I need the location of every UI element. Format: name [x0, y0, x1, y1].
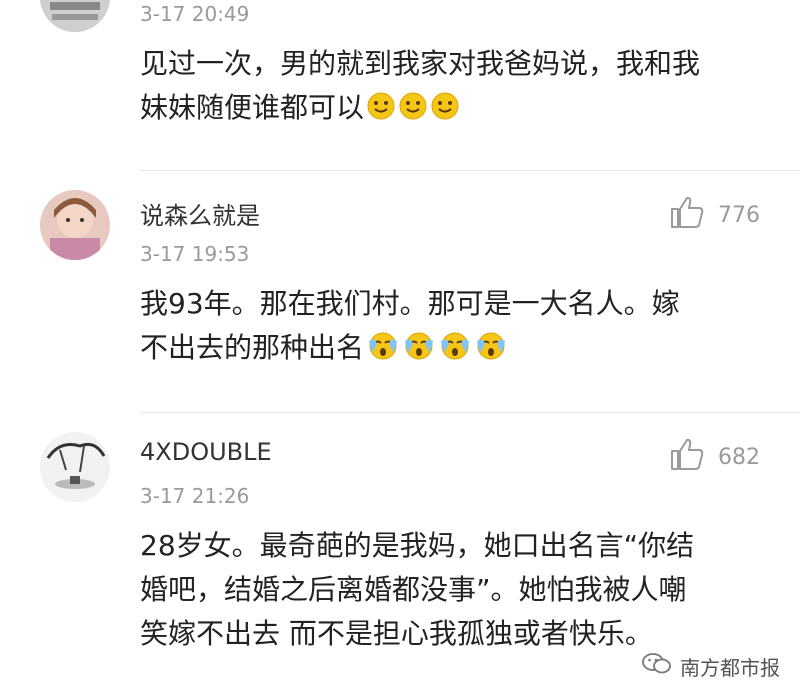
avatar[interactable] [40, 0, 110, 32]
like-button[interactable]: 776 [668, 195, 760, 235]
comment-line: 婚吧，结婚之后离婚都没事”。她怕我被人嘲 [140, 573, 687, 606]
comment-line: 妹妹随便谁都可以 [140, 91, 365, 124]
comment-text: 28岁女。最奇葩的是我妈，她口出名言“你结 婚吧，结婚之后离婚都没事”。她怕我被… [140, 524, 770, 656]
crying-emoji-icon [366, 330, 400, 374]
comment-username[interactable]: 4XDOUBLE [140, 438, 272, 466]
comment-line: 不出去的那种出名 [140, 331, 365, 364]
comment-line-with-emoji: 不出去的那种出名 [140, 326, 770, 374]
crying-emoji-icon [474, 330, 508, 374]
comment-line: 笑嫁不出去 而不是担心我孤独或者快乐。 [140, 617, 653, 650]
comment-username[interactable]: 说森么就是 [140, 196, 260, 231]
smile-emoji-icon [366, 90, 396, 134]
comment-line: 我93年。那在我们村。那可是一大名人。嫁 [140, 287, 680, 320]
comment-line: 28岁女。最奇葩的是我妈，她口出名言“你结 [140, 529, 695, 562]
comment-line-with-emoji: 妹妹随便谁都可以 [140, 86, 770, 134]
avatar[interactable] [40, 432, 110, 502]
thumbs-up-icon [668, 195, 704, 235]
like-button[interactable]: 682 [668, 437, 760, 477]
like-count: 682 [718, 444, 760, 470]
comment-text: 见过一次，男的就到我家对我爸妈说，我和我 妹妹随便谁都可以 [140, 42, 770, 134]
avatar[interactable] [40, 190, 110, 260]
comment-time: 3-17 19:53 [140, 242, 250, 266]
comment-line: 见过一次，男的就到我家对我爸妈说，我和我 [140, 47, 701, 80]
divider [140, 412, 800, 413]
comment-time: 3-17 21:26 [140, 484, 250, 508]
crying-emoji-icon [438, 330, 472, 374]
crying-emoji-icon [402, 330, 436, 374]
comment-time: 3-17 20:49 [140, 2, 250, 26]
thumbs-up-icon [668, 437, 704, 477]
watermark: 南方都市报 [642, 652, 780, 681]
smile-emoji-icon [398, 90, 428, 134]
divider [140, 170, 800, 171]
watermark-text: 南方都市报 [680, 656, 780, 680]
wechat-icon [642, 652, 672, 681]
comment-text: 我93年。那在我们村。那可是一大名人。嫁 不出去的那种出名 [140, 282, 770, 374]
smile-emoji-icon [430, 90, 460, 134]
like-count: 776 [718, 202, 760, 228]
